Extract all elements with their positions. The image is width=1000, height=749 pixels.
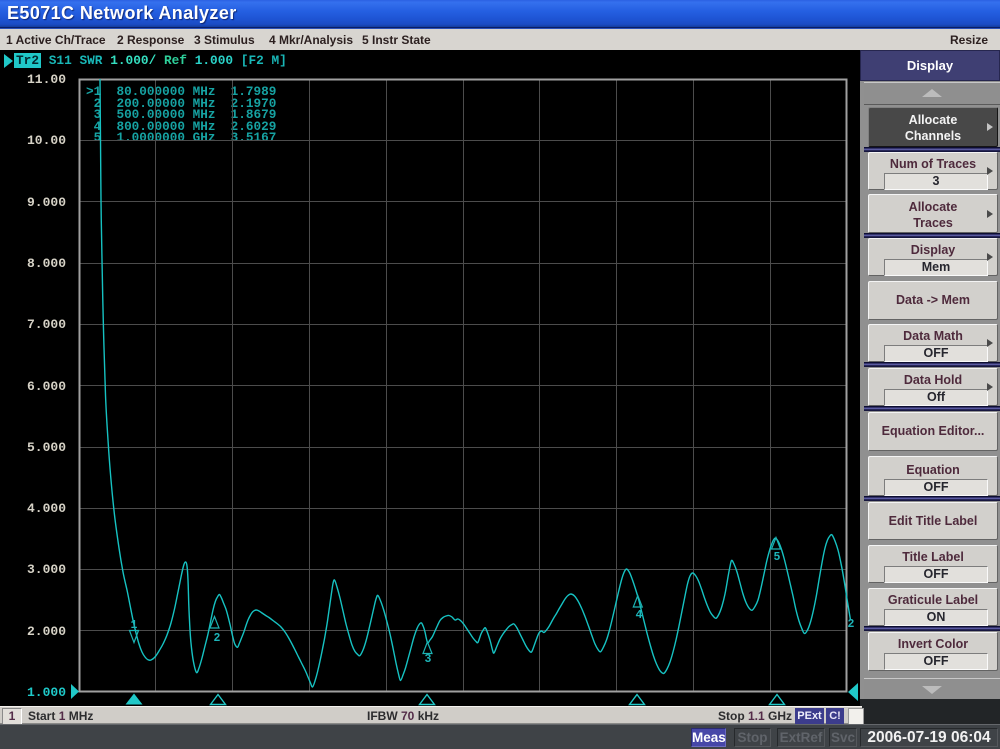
- svg-text:2: 2: [848, 618, 855, 631]
- svg-text:2: 2: [214, 632, 221, 645]
- svg-text:5: 5: [774, 551, 781, 564]
- svg-text:3: 3: [425, 653, 432, 666]
- svg-text:4: 4: [636, 609, 643, 622]
